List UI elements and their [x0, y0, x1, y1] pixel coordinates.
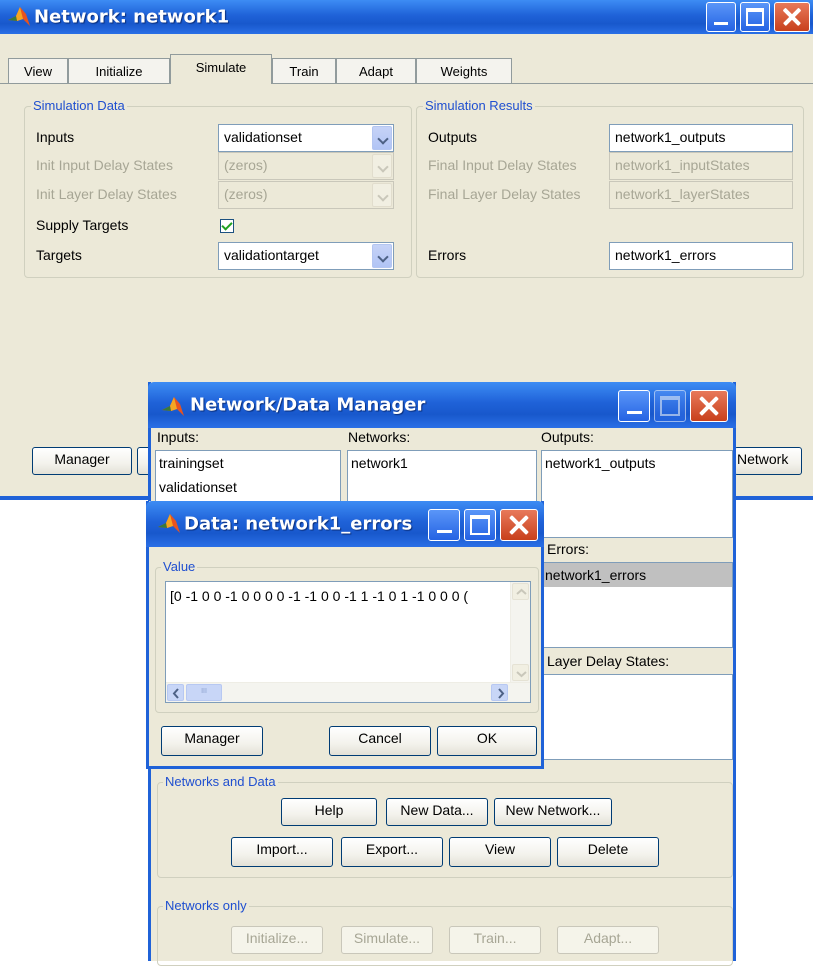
outputs-list-label: Outputs:: [541, 429, 594, 445]
errors-label: Errors: [428, 247, 467, 263]
errors-list[interactable]: network1_errors: [541, 562, 733, 648]
networks-list-label: Networks:: [348, 429, 411, 445]
supply-targets-checkbox[interactable]: [220, 219, 234, 233]
init-input-delay-select[interactable]: (zeros): [218, 152, 394, 180]
scroll-down-icon[interactable]: [512, 664, 529, 681]
tab-train[interactable]: Train: [272, 58, 336, 83]
list-item[interactable]: trainingset: [156, 451, 340, 475]
init-input-delay-label: Init Input Delay States: [36, 157, 173, 173]
init-layer-delay-label: Init Layer Delay States: [36, 186, 177, 202]
final-layer-delay-label: Final Layer Delay States: [428, 186, 581, 202]
matlab-logo-icon: [162, 397, 184, 416]
list-item[interactable]: network1_outputs: [542, 451, 732, 475]
data-window: Data: network1_errors Value [0 -1 0 0 -1…: [146, 501, 544, 769]
cancel-button[interactable]: Cancel: [329, 726, 431, 756]
minimize-icon[interactable]: [428, 509, 460, 541]
tab-adapt[interactable]: Adapt: [336, 58, 416, 83]
layer-delay-states-label: Layer Delay States:: [547, 653, 670, 669]
horizontal-scroll-thumb[interactable]: III: [186, 684, 222, 701]
export-button[interactable]: Export...: [341, 837, 443, 867]
simulation-results-legend: Simulation Results: [423, 98, 535, 113]
final-layer-delay-field[interactable]: network1_layerStates: [609, 181, 793, 209]
new-data-button[interactable]: New Data...: [386, 798, 488, 826]
value-textarea[interactable]: [0 -1 0 0 -1 0 0 0 0 -1 -1 0 0 -1 1 -1 0…: [165, 581, 531, 703]
scroll-right-icon[interactable]: [491, 684, 508, 701]
scroll-up-icon[interactable]: [512, 583, 529, 600]
tab-weights[interactable]: Weights: [416, 58, 512, 83]
supply-targets-label: Supply Targets: [36, 217, 129, 233]
minimize-icon[interactable]: [706, 2, 736, 32]
final-input-delay-field[interactable]: network1_inputStates: [609, 152, 793, 180]
data-manager-button[interactable]: Manager: [161, 726, 263, 756]
vertical-scrollbar[interactable]: [510, 582, 530, 682]
adapt-button[interactable]: Adapt...: [557, 926, 659, 954]
errors-field[interactable]: network1_errors: [609, 242, 793, 270]
close-icon[interactable]: [500, 509, 538, 541]
network-window-title: Network: network1: [34, 6, 230, 28]
dropdown-arrow-icon[interactable]: [372, 126, 392, 150]
simulate-button[interactable]: Simulate...: [341, 926, 433, 954]
network-window-titlebar[interactable]: Network: network1: [0, 0, 813, 34]
tab-bar: View Initialize Simulate Train Adapt Wei…: [0, 34, 813, 84]
minimize-icon[interactable]: [618, 390, 650, 422]
init-input-delay-value: (zeros): [224, 157, 268, 173]
dropdown-arrow-icon[interactable]: [372, 183, 392, 207]
import-button[interactable]: Import...: [231, 837, 333, 867]
outputs-field[interactable]: network1_outputs: [609, 124, 793, 152]
maximize-icon[interactable]: [654, 390, 686, 422]
initialize-button[interactable]: Initialize...: [231, 926, 323, 954]
init-layer-delay-value: (zeros): [224, 186, 268, 202]
data-window-titlebar[interactable]: Data: network1_errors: [146, 501, 544, 547]
maximize-icon[interactable]: [740, 2, 770, 32]
final-input-delay-label: Final Input Delay States: [428, 157, 577, 173]
inputs-label: Inputs: [36, 129, 75, 145]
targets-label: Targets: [36, 247, 82, 263]
targets-select[interactable]: validationtarget: [218, 242, 394, 270]
matlab-logo-icon: [158, 514, 180, 533]
manager-window-titlebar[interactable]: Network/Data Manager: [148, 382, 736, 428]
list-item[interactable]: validationset: [156, 475, 340, 499]
horizontal-scrollbar[interactable]: III: [166, 682, 530, 702]
list-item[interactable]: network1_errors: [542, 563, 732, 587]
simulation-data-legend: Simulation Data: [31, 98, 127, 113]
init-layer-delay-select[interactable]: (zeros): [218, 181, 394, 209]
matlab-logo-icon: [8, 7, 30, 26]
list-item[interactable]: network1: [348, 451, 536, 475]
dropdown-arrow-icon[interactable]: [372, 154, 392, 178]
errors-list-label: Errors:: [547, 541, 589, 557]
delete-button[interactable]: Delete: [557, 837, 659, 867]
tab-baseline: [0, 83, 813, 84]
maximize-icon[interactable]: [464, 509, 496, 541]
ok-button[interactable]: OK: [437, 726, 537, 756]
network-button[interactable]: Network: [734, 447, 802, 475]
close-icon[interactable]: [690, 390, 728, 422]
value-legend: Value: [161, 559, 198, 574]
scroll-thumb-grip: III: [201, 688, 207, 695]
tab-simulate[interactable]: Simulate: [170, 54, 272, 84]
tab-view[interactable]: View: [8, 58, 68, 83]
outputs-list[interactable]: network1_outputs: [541, 450, 733, 538]
train-button[interactable]: Train...: [449, 926, 541, 954]
new-network-button[interactable]: New Network...: [494, 798, 612, 826]
manager-window-title: Network/Data Manager: [190, 394, 426, 416]
inputs-select-value: validationset: [224, 129, 302, 145]
dropdown-arrow-icon[interactable]: [372, 244, 392, 268]
help-button[interactable]: Help: [281, 798, 377, 826]
targets-select-value: validationtarget: [224, 247, 319, 263]
networks-and-data-legend: Networks and Data: [163, 774, 278, 789]
networks-only-legend: Networks only: [163, 898, 249, 913]
scroll-left-icon[interactable]: [167, 684, 184, 701]
tab-initialize[interactable]: Initialize: [68, 58, 170, 83]
inputs-select[interactable]: validationset: [218, 124, 394, 152]
layer-delay-states-list[interactable]: [541, 674, 733, 760]
value-text: [0 -1 0 0 -1 0 0 0 0 -1 -1 0 0 -1 1 -1 0…: [170, 588, 469, 604]
outputs-label: Outputs: [428, 129, 478, 145]
data-window-title: Data: network1_errors: [184, 513, 413, 535]
close-icon[interactable]: [774, 2, 810, 32]
main-manager-button[interactable]: Manager: [32, 447, 132, 475]
inputs-list-label: Inputs:: [157, 429, 200, 445]
view-button[interactable]: View: [449, 837, 551, 867]
